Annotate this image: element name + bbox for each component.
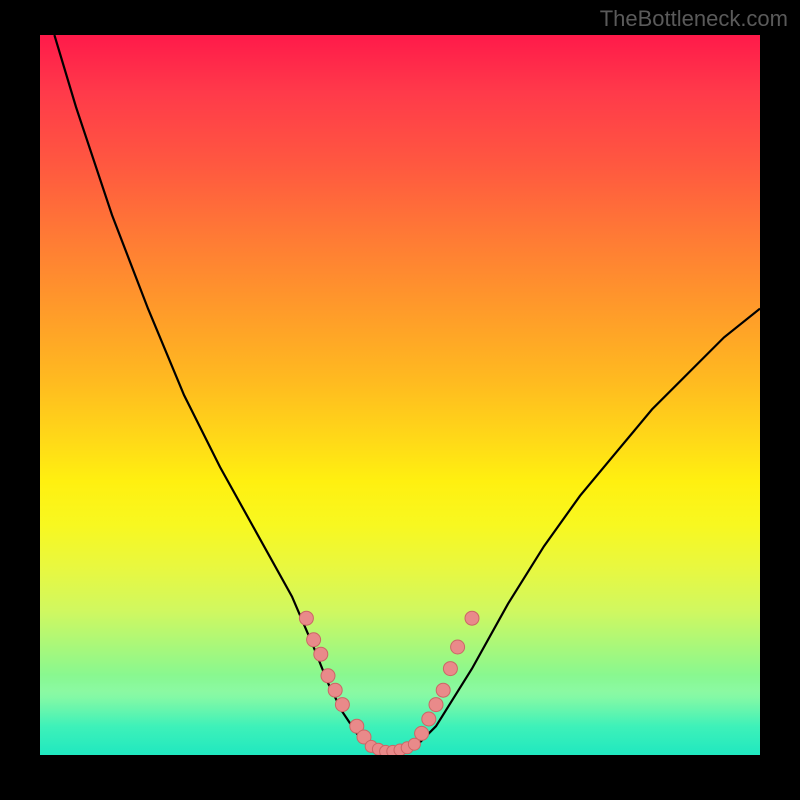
watermark-text: TheBottleneck.com (600, 6, 788, 32)
chart-background (40, 35, 760, 755)
